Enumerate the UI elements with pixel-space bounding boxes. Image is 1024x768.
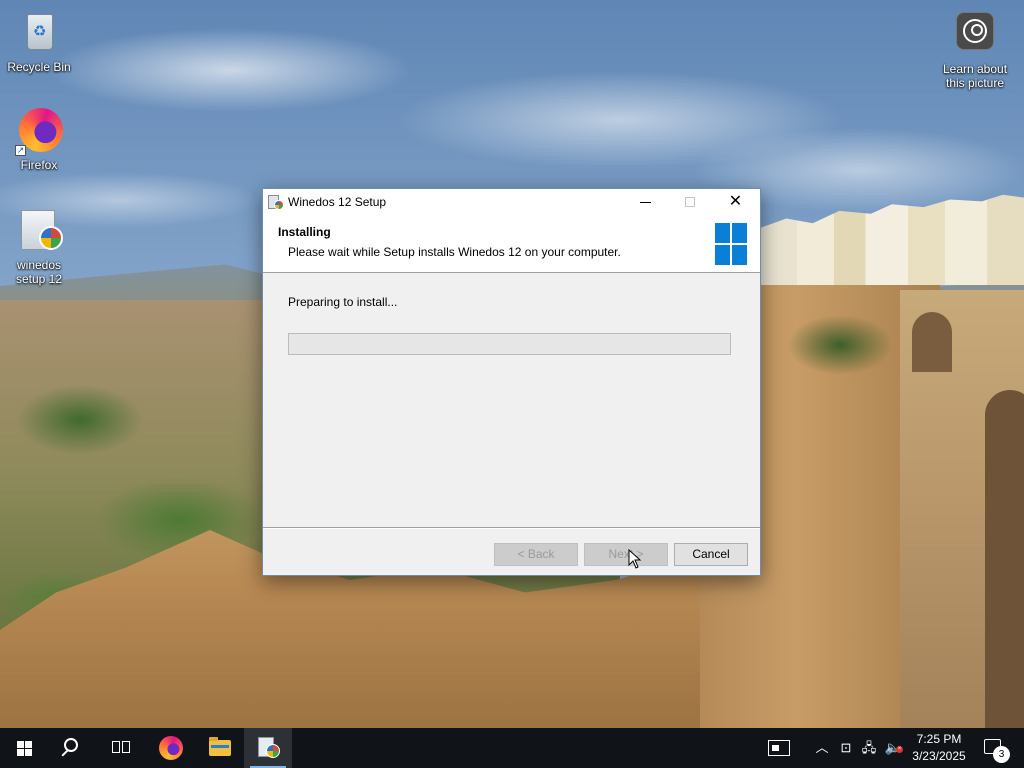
desktop-icon-learn-about-picture[interactable]: Learn about this picture [937,10,1013,90]
setup-window: Winedos 12 Setup ✕ Installing Please wai… [262,188,761,576]
desktop-icon-winedos-setup[interactable]: winedos setup 12 [1,206,77,286]
search-icon-handle [61,749,69,757]
wallpaper-greenery [760,300,920,390]
maximize-button [668,189,713,215]
desktop-icon-label: Recycle Bin [7,60,71,74]
wallpaper-bridge-arch-upper [912,312,952,372]
desktop-icon-recycle-bin[interactable]: Recycle Bin [1,8,77,74]
window-titlebar[interactable]: Winedos 12 Setup ✕ [263,189,760,215]
close-button[interactable]: ✕ [713,189,758,215]
firefox-icon: ↗ [15,106,63,156]
mouse-pointer-icon [628,549,642,569]
close-icon: ✕ [728,193,743,210]
desktop-icon-label: Learn about this picture [942,62,1008,90]
install-progress-bar [288,333,731,355]
chevron-up-icon: ︿ [815,740,829,755]
notification-count-badge: 3 [993,746,1010,763]
setup-disc-icon [266,744,280,758]
meet-now-button[interactable]: ⊡ [836,728,856,768]
meet-now-icon: ⊡ [840,740,852,755]
shortcut-arrow-icon: ↗ [15,145,26,156]
action-center-button[interactable]: 3 [978,728,1018,768]
setup-app-icon [268,194,284,210]
taskbar: ︿ ⊡ 🖧 🔈 × 7:25 PM 3/23/2025 3 [0,728,1024,768]
clock-date: 3/23/2025 [912,749,966,763]
news-and-interests-button[interactable] [762,728,796,768]
folder-icon [209,737,231,756]
show-hidden-icons-button[interactable]: ︿ [812,728,832,768]
volume-button[interactable]: 🔈 × [882,728,904,768]
wallpaper-bridge-arch [985,390,1024,728]
search-button[interactable] [48,728,96,768]
taskbar-winedos-setup[interactable] [244,728,292,768]
window-title: Winedos 12 Setup [288,195,387,209]
desktop-icon-label: winedos setup 12 [15,258,63,286]
wizard-header-title: Installing [278,225,331,239]
footer-divider-highlight [263,528,760,529]
clock-time: 7:25 PM [916,732,962,746]
taskbar-firefox[interactable] [146,728,194,768]
windows-logo-icon [715,223,747,265]
cancel-button[interactable]: Cancel [674,543,748,566]
maximize-icon [685,197,695,207]
muted-badge-icon: × [896,746,903,753]
desktop-icon-label: Firefox [20,158,58,172]
start-button[interactable] [0,728,48,768]
install-status-text: Preparing to install... [288,295,398,309]
desktop-icon-firefox[interactable]: ↗ Firefox [1,106,77,172]
task-view-button[interactable] [96,728,144,768]
wizard-header-subtitle: Please wait while Setup installs Winedos… [288,245,621,259]
minimize-button[interactable] [623,189,668,215]
wizard-header: Installing Please wait while Setup insta… [263,215,760,273]
setup-icon [15,206,63,254]
network-button[interactable]: 🖧 [858,728,880,768]
taskbar-file-explorer[interactable] [196,728,244,768]
windows-start-icon [17,741,32,756]
task-view-icon-pane [122,741,130,753]
next-button: Next > [584,543,668,566]
learn-about-picture-icon [951,10,999,58]
news-icon [768,740,790,756]
task-view-icon [112,741,120,753]
recycle-bin-icon [15,8,63,56]
minimize-icon [640,202,651,203]
back-button: < Back [494,543,578,566]
firefox-icon [159,736,183,760]
network-icon: 🖧 [861,740,877,755]
taskbar-clock[interactable]: 7:25 PM 3/23/2025 [905,731,973,765]
